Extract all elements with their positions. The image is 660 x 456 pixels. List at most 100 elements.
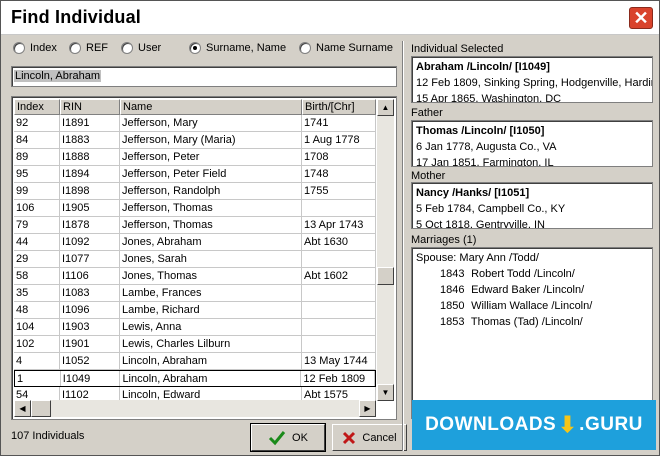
scroll-down-icon[interactable]: ▼ — [377, 384, 394, 401]
cell-rin: I1077 — [60, 251, 120, 267]
list-rows: 92 I1891 Jefferson, Mary 1741 84 I1883 Jeffers… — [14, 115, 376, 404]
cell-name: Jefferson, Peter — [120, 149, 302, 165]
cell-index: 99 — [14, 183, 60, 199]
cell-name: Jones, Abraham — [120, 234, 302, 250]
cell-name: Jefferson, Thomas — [120, 200, 302, 216]
cell-rin: I1878 — [60, 217, 120, 233]
table-row[interactable]: 95 I1894 Jefferson, Peter Field 1748 — [14, 166, 376, 183]
table-row[interactable]: 104 I1903 Lewis, Anna — [14, 319, 376, 336]
table-row[interactable]: 89 I1888 Jefferson, Peter 1708 — [14, 149, 376, 166]
child-item[interactable]: 1853 Thomas (Tad) /Lincoln/ — [416, 314, 648, 330]
mother-label: Mother — [411, 170, 446, 182]
cell-birth: Abt 1630 — [302, 234, 376, 250]
column-header-birth[interactable]: Birth/[Chr] — [302, 99, 376, 115]
downloads-guru-watermark: DOWNLOADS ⬇ . GURU — [412, 400, 656, 450]
column-header-index[interactable]: Index — [14, 99, 60, 115]
table-row[interactable]: 102 I1901 Lewis, Charles Lilburn — [14, 336, 376, 353]
scroll-right-icon[interactable]: ▶ — [359, 400, 376, 417]
column-header-rin[interactable]: RIN — [60, 99, 120, 115]
child-item[interactable]: 1843 Robert Todd /Lincoln/ — [416, 266, 648, 282]
father-name: Thomas /Lincoln/ [I1050] — [416, 125, 545, 137]
cell-birth — [302, 251, 376, 267]
cell-index: 35 — [14, 285, 60, 301]
table-row[interactable]: 79 I1878 Jefferson, Thomas 13 Apr 1743 — [14, 217, 376, 234]
cell-rin: I1905 — [60, 200, 120, 216]
search-text: Lincoln, Abraham — [14, 70, 101, 82]
horizontal-scroll-thumb[interactable] — [31, 400, 51, 417]
table-row[interactable]: 106 I1905 Jefferson, Thomas — [14, 200, 376, 217]
cell-name: Jones, Sarah — [120, 251, 302, 267]
radio-index[interactable]: Index — [13, 42, 57, 54]
cell-birth: Abt 1602 — [302, 268, 376, 284]
individual-count: 107 Individuals — [11, 430, 85, 442]
close-icon: ✕ — [633, 8, 649, 28]
cell-rin: I1052 — [60, 353, 120, 369]
table-row[interactable]: 99 I1898 Jefferson, Randolph 1755 — [14, 183, 376, 200]
cell-index: 29 — [14, 251, 60, 267]
radio-ref[interactable]: REF — [69, 42, 108, 54]
close-button[interactable]: ✕ — [629, 7, 653, 29]
cell-name: Lincoln, Abraham — [120, 371, 302, 386]
vertical-scrollbar[interactable]: ▲ ▼ — [377, 99, 394, 401]
cell-index: 79 — [14, 217, 60, 233]
cell-birth: 1755 — [302, 183, 376, 199]
father-birth: 6 Jan 1778, Augusta Co., VA — [416, 141, 557, 153]
father-details[interactable]: Thomas /Lincoln/ [I1050] 6 Jan 1778, Aug… — [411, 120, 653, 167]
cell-birth — [302, 319, 376, 335]
individual-label: Individual Selected — [411, 43, 504, 55]
cell-rin: I1898 — [60, 183, 120, 199]
radio-surname-name[interactable]: Surname, Name — [189, 42, 286, 54]
table-row[interactable]: 92 I1891 Jefferson, Mary 1741 — [14, 115, 376, 132]
title-bar: Find Individual ✕ — [1, 1, 659, 35]
cell-birth: 13 May 1744 — [302, 353, 376, 369]
table-row[interactable]: 1 I1049 Lincoln, Abraham 12 Feb 1809 — [14, 370, 376, 387]
table-row[interactable]: 29 I1077 Jones, Sarah — [14, 251, 376, 268]
cell-birth: 12 Feb 1809 — [301, 371, 375, 386]
child-item[interactable]: 1846 Edward Baker /Lincoln/ — [416, 282, 648, 298]
cell-name: Jones, Thomas — [120, 268, 302, 284]
cell-birth: 1741 — [302, 115, 376, 131]
cancel-button[interactable]: Cancel — [332, 424, 407, 451]
cell-name: Lincoln, Abraham — [120, 353, 302, 369]
father-death: 17 Jan 1851, Farmington, IL — [416, 157, 554, 167]
marriages-details[interactable]: Spouse: Mary Ann /Todd/ 1843 Robert Todd… — [411, 247, 653, 419]
cell-index: 84 — [14, 132, 60, 148]
cell-rin: I1894 — [60, 166, 120, 182]
find-individual-window: Find Individual ✕ Index REF User Surname… — [0, 0, 660, 456]
radio-user[interactable]: User — [121, 42, 161, 54]
table-row[interactable]: 35 I1083 Lambe, Frances — [14, 285, 376, 302]
ok-button[interactable]: OK — [250, 423, 326, 452]
cell-index: 104 — [14, 319, 60, 335]
scroll-up-icon[interactable]: ▲ — [377, 99, 394, 116]
radio-name-surname[interactable]: Name Surname — [299, 42, 393, 54]
table-row[interactable]: 48 I1096 Lambe, Richard — [14, 302, 376, 319]
table-row[interactable]: 4 I1052 Lincoln, Abraham 13 May 1744 — [14, 353, 376, 370]
child-item[interactable]: 1850 William Wallace /Lincoln/ — [416, 298, 648, 314]
cell-name: Jefferson, Randolph — [120, 183, 302, 199]
mother-details[interactable]: Nancy /Hanks/ [I1051] 5 Feb 1784, Campbe… — [411, 182, 653, 229]
table-row[interactable]: 84 I1883 Jefferson, Mary (Maria) 1 Aug 1778 — [14, 132, 376, 149]
individuals-list[interactable]: Index RIN Name Birth/[Chr] 92 I1891 Jeffer… — [11, 96, 397, 420]
cell-rin: I1903 — [60, 319, 120, 335]
list-header: Index RIN Name Birth/[Chr] — [14, 99, 376, 115]
cell-name: Lewis, Anna — [120, 319, 302, 335]
cell-name: Jefferson, Thomas — [120, 217, 302, 233]
cell-birth — [302, 336, 376, 352]
table-row[interactable]: 58 I1106 Jones, Thomas Abt 1602 — [14, 268, 376, 285]
cell-name: Jefferson, Mary (Maria) — [120, 132, 302, 148]
column-header-name[interactable]: Name — [120, 99, 302, 115]
cell-index: 58 — [14, 268, 60, 284]
cell-birth — [302, 302, 376, 318]
search-input[interactable]: Lincoln, Abraham — [11, 66, 397, 87]
vertical-scroll-thumb[interactable] — [377, 267, 394, 285]
scroll-left-icon[interactable]: ◀ — [14, 400, 31, 417]
individual-name: Abraham /Lincoln/ [I1049] — [416, 61, 550, 73]
table-row[interactable]: 44 I1092 Jones, Abraham Abt 1630 — [14, 234, 376, 251]
cell-index: 89 — [14, 149, 60, 165]
marriages-label: Marriages (1) — [411, 234, 477, 246]
cell-birth: 1 Aug 1778 — [302, 132, 376, 148]
cell-birth: 13 Apr 1743 — [302, 217, 376, 233]
cell-rin: I1891 — [60, 115, 120, 131]
cell-index: 4 — [14, 353, 60, 369]
horizontal-scrollbar[interactable]: ◀ ▶ — [14, 400, 376, 417]
